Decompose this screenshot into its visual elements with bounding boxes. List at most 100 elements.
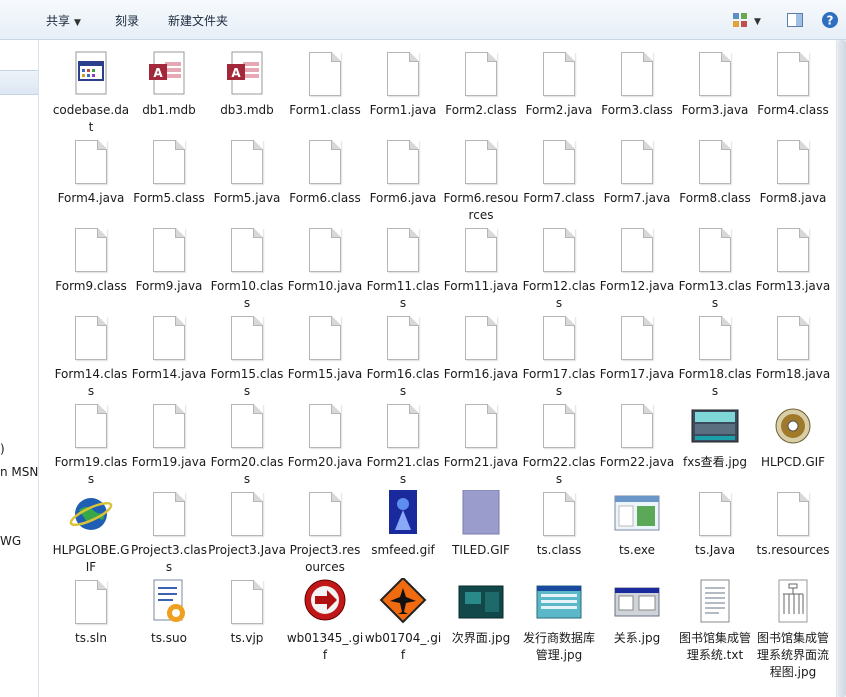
file-item[interactable]: ts.suo: [130, 572, 208, 660]
file-item[interactable]: Form4.class: [754, 44, 832, 132]
file-item[interactable]: Form18.java: [754, 308, 832, 396]
file-name: Form20.class: [210, 455, 284, 486]
file-item[interactable]: Form22.java: [598, 396, 676, 484]
file-item[interactable]: Form9.java: [130, 220, 208, 308]
file-item[interactable]: ts.vjp: [208, 572, 286, 660]
file-item[interactable]: Form3.class: [598, 44, 676, 132]
file-item[interactable]: Project3.Java: [208, 484, 286, 572]
view-options-icon[interactable]: [731, 11, 749, 29]
file-item[interactable]: 图书馆集成管理系统界面流程图.jpg: [754, 572, 832, 679]
file-item[interactable]: Form10.java: [286, 220, 364, 308]
file-name: fxs查看.jpg: [683, 455, 747, 469]
file-item[interactable]: Form11.class: [364, 220, 442, 310]
file-item[interactable]: Form6.class: [286, 132, 364, 220]
file-item[interactable]: Form11.java: [442, 220, 520, 308]
file-item[interactable]: Form8.class: [676, 132, 754, 220]
file-item[interactable]: Form12.class: [520, 220, 598, 310]
file-item[interactable]: 次界面.jpg: [442, 572, 520, 660]
file-name: Form16.java: [443, 367, 519, 381]
file-item[interactable]: Form16.java: [442, 308, 520, 396]
file-item[interactable]: Form20.java: [286, 396, 364, 484]
file-item[interactable]: wb01704_.gif: [364, 572, 442, 662]
file-item[interactable]: smfeed.gif: [364, 484, 442, 572]
file-item[interactable]: Form6.resources: [442, 132, 520, 222]
file-item[interactable]: ts.sln: [52, 572, 130, 660]
file-dat-icon: [67, 50, 115, 100]
file-item[interactable]: Form7.class: [520, 132, 598, 220]
file-item[interactable]: Form2.class: [442, 44, 520, 132]
help-icon[interactable]: ?: [821, 11, 839, 29]
new-folder-button[interactable]: 新建文件夹: [168, 12, 228, 29]
nav-item-3[interactable]: WG: [0, 534, 21, 548]
nav-item-1[interactable]: ): [0, 442, 5, 456]
file-item[interactable]: HLPGLOBE.GIF: [52, 484, 130, 574]
share-button[interactable]: 共享 ▼: [46, 12, 81, 29]
file-jpg-flow-icon: [769, 578, 817, 628]
file-item[interactable]: HLPCD.GIF: [754, 396, 832, 484]
burn-button[interactable]: 刻录: [115, 12, 139, 29]
file-name: 次界面.jpg: [451, 631, 511, 645]
file-blank-icon: [145, 138, 193, 188]
nav-item-2[interactable]: n MSN: [0, 465, 38, 479]
file-name: Form11.class: [366, 279, 440, 310]
file-cd-icon: [769, 402, 817, 452]
file-item[interactable]: Form5.java: [208, 132, 286, 220]
file-item[interactable]: Form4.java: [52, 132, 130, 220]
file-item[interactable]: Form18.class: [676, 308, 754, 398]
file-item[interactable]: Form8.java: [754, 132, 832, 220]
file-item[interactable]: Form22.class: [520, 396, 598, 486]
file-item[interactable]: Form6.java: [364, 132, 442, 220]
view-dropdown-icon[interactable]: ▼: [754, 13, 761, 27]
file-item[interactable]: Form3.java: [676, 44, 754, 132]
file-tiled-icon: [457, 489, 505, 540]
file-item[interactable]: Form13.java: [754, 220, 832, 308]
file-item[interactable]: fxs查看.jpg: [676, 396, 754, 484]
file-item[interactable]: TILED.GIF: [442, 484, 520, 572]
file-item[interactable]: Form7.java: [598, 132, 676, 220]
file-item[interactable]: Form2.java: [520, 44, 598, 132]
vertical-scrollbar[interactable]: [836, 40, 846, 697]
file-item[interactable]: Form10.class: [208, 220, 286, 310]
file-item[interactable]: Form14.java: [130, 308, 208, 396]
file-name: Form19.java: [131, 455, 207, 469]
file-item[interactable]: Form12.java: [598, 220, 676, 308]
file-item[interactable]: Form15.class: [208, 308, 286, 398]
file-item[interactable]: Form5.class: [130, 132, 208, 220]
file-item[interactable]: Form17.class: [520, 308, 598, 398]
file-name: TILED.GIF: [452, 543, 510, 557]
file-item[interactable]: Form14.class: [52, 308, 130, 398]
file-item[interactable]: Form20.class: [208, 396, 286, 486]
file-item[interactable]: codebase.dat: [52, 44, 130, 134]
file-item[interactable]: Form13.class: [676, 220, 754, 310]
file-item[interactable]: Form21.java: [442, 396, 520, 484]
file-item[interactable]: Form21.class: [364, 396, 442, 486]
file-name: Form5.java: [213, 191, 281, 205]
file-item[interactable]: Form15.java: [286, 308, 364, 396]
file-item[interactable]: ts.resources: [754, 484, 832, 572]
file-item[interactable]: wb01345_.gif: [286, 572, 364, 662]
file-name: Form1.java: [369, 103, 437, 117]
file-item[interactable]: Form9.class: [52, 220, 130, 308]
file-blank-icon: [457, 314, 505, 364]
file-item[interactable]: Adb1.mdb: [130, 44, 208, 132]
file-item[interactable]: Form16.class: [364, 308, 442, 398]
file-item[interactable]: ts.exe: [598, 484, 676, 572]
file-item[interactable]: Adb3.mdb: [208, 44, 286, 132]
file-item[interactable]: Project3.resources: [286, 484, 364, 574]
file-item[interactable]: ts.Java: [676, 484, 754, 572]
file-item[interactable]: 关系.jpg: [598, 572, 676, 660]
file-item[interactable]: Form17.java: [598, 308, 676, 396]
file-name: Form20.java: [287, 455, 363, 469]
preview-pane-icon[interactable]: [786, 11, 804, 29]
file-item[interactable]: 发行商数据库管理.jpg: [520, 572, 598, 662]
file-item[interactable]: Form19.class: [52, 396, 130, 486]
file-item[interactable]: Form19.java: [130, 396, 208, 484]
nav-selected-item[interactable]: [0, 70, 38, 95]
file-blank-icon: [691, 226, 739, 276]
file-item[interactable]: Project3.class: [130, 484, 208, 574]
file-item[interactable]: ts.class: [520, 484, 598, 572]
file-item[interactable]: Form1.class: [286, 44, 364, 132]
scrollbar-thumb[interactable]: [838, 40, 846, 697]
file-item[interactable]: Form1.java: [364, 44, 442, 132]
file-item[interactable]: 图书馆集成管理系统.txt: [676, 572, 754, 662]
